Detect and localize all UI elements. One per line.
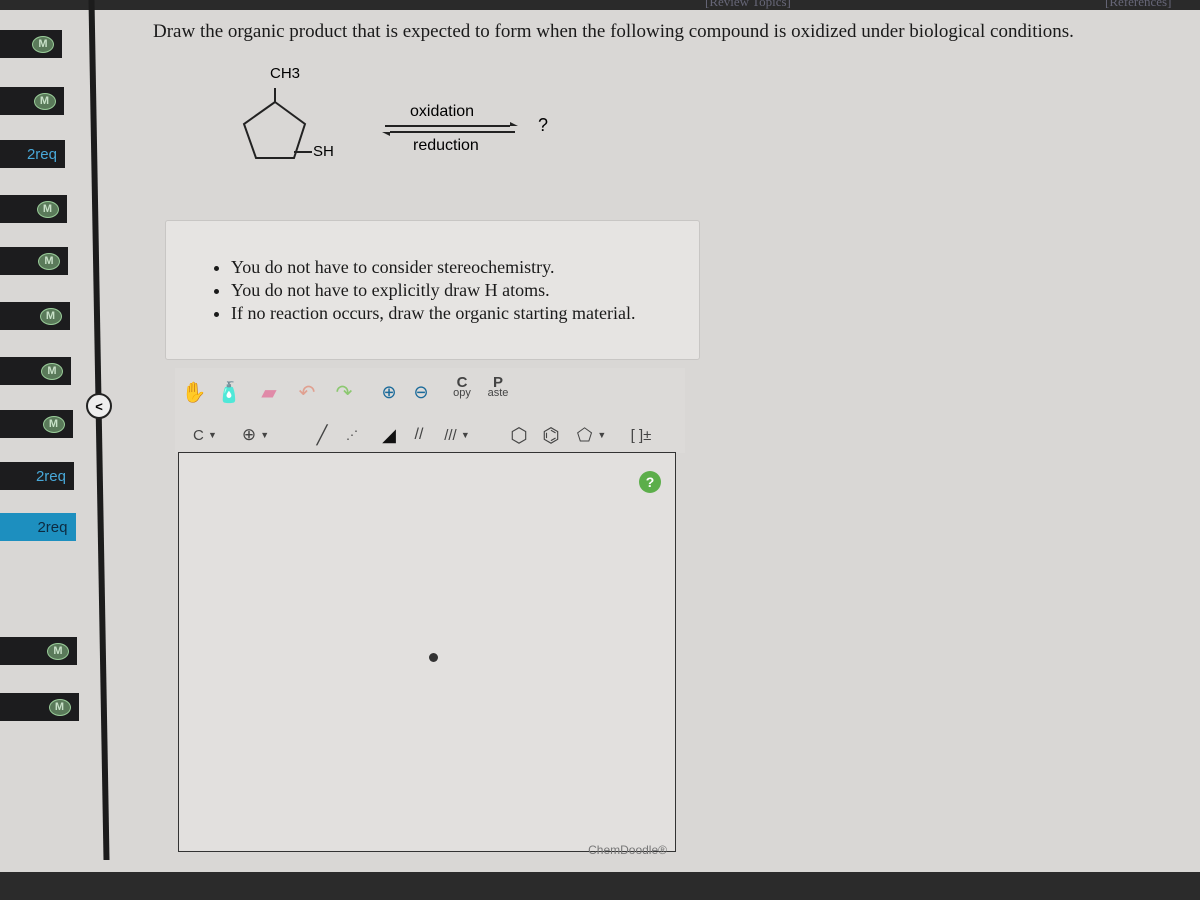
sh-label: SH <box>313 143 334 160</box>
cursor-dot <box>429 653 438 662</box>
cyclohexane-icon[interactable]: ⬡ <box>505 422 533 448</box>
double-bond-icon[interactable]: // <box>405 422 433 448</box>
eraser-icon[interactable]: ▰ <box>255 376 283 408</box>
arrow-label-reduction: reduction <box>413 137 479 154</box>
chemdoodle-toolbar: ✋ 🧴 ▰ ↶ ↷ ⊕ ⊖ Copy Paste C ▼ ⊕ ▼ ╱ ⋰ ◢ /… <box>175 368 685 453</box>
sidebar-item[interactable]: M <box>0 302 70 330</box>
single-bond-icon[interactable]: ╱ <box>308 422 336 448</box>
module-badge-icon: M <box>47 642 69 660</box>
undo-icon[interactable]: ↶ <box>293 376 321 408</box>
module-badge-icon: M <box>41 362 63 380</box>
references-link[interactable]: [References] <box>1105 0 1171 10</box>
help-button[interactable]: ? <box>639 471 661 493</box>
note: You do not have to consider stereochemis… <box>231 257 699 278</box>
arrow-label-oxidation: oxidation <box>410 103 475 120</box>
cyclopentane-icon[interactable]: ⬠ ▼ <box>569 422 614 448</box>
sidebar-item-label: 2req <box>26 145 57 163</box>
module-badge-icon: M <box>33 92 56 110</box>
copy-button[interactable]: Copy <box>447 372 477 404</box>
sidebar-item[interactable]: M <box>0 357 71 385</box>
zoom-in-icon[interactable]: ⊕ <box>375 376 403 408</box>
clear-icon[interactable]: 🧴 <box>215 376 243 408</box>
module-badge-icon: M <box>36 200 59 218</box>
paste-sublabel: aste <box>487 387 509 399</box>
paste-button[interactable]: Paste <box>483 372 513 404</box>
benzene-icon[interactable]: ⌬ <box>537 422 565 448</box>
hand-icon[interactable]: ✋ <box>180 376 208 408</box>
sidebar-item[interactable]: M <box>0 87 64 115</box>
reaction-scheme <box>242 88 518 159</box>
triple-bond-icon[interactable]: /// ▼ <box>437 422 477 448</box>
chemdoodle-logo: ChemDoodle® <box>588 843 667 857</box>
charge-select[interactable]: ⊕ ▼ <box>233 422 278 448</box>
sidebar-item[interactable]: 2req <box>0 140 65 168</box>
sidebar-item[interactable]: M <box>0 30 62 58</box>
cyclopentane-ring <box>242 100 307 159</box>
module-badge-icon: M <box>48 698 71 716</box>
module-badge-icon: M <box>32 35 54 53</box>
charge-plus-icon: ⊕ <box>241 425 257 444</box>
module-badge-icon: M <box>38 252 60 270</box>
bottom-bar <box>0 872 1200 900</box>
sidebar-item[interactable]: M <box>0 693 79 721</box>
thiol-bond <box>275 102 313 152</box>
redo-icon[interactable]: ↷ <box>330 376 358 408</box>
sidebar-item[interactable]: M <box>0 637 77 665</box>
dashed-bond-icon[interactable]: ⋰ <box>338 422 366 448</box>
sidebar-item-label: 2req <box>35 467 66 485</box>
module-badge-icon: M <box>39 307 62 325</box>
review-topics-link[interactable]: [Review Topics] <box>705 0 791 10</box>
wedge-bond-icon[interactable]: ◢ <box>375 422 403 448</box>
note: You do not have to explicitly draw H ato… <box>231 280 699 301</box>
module-badge-icon: M <box>42 415 65 433</box>
drawing-canvas[interactable]: ? ChemDoodle® <box>178 452 676 857</box>
zoom-out-icon[interactable]: ⊖ <box>407 376 435 408</box>
ch3-label: CH3 <box>270 65 301 82</box>
instructions-box: You do not have to consider stereochemis… <box>165 220 700 360</box>
sidebar-item[interactable]: M <box>0 410 73 438</box>
question-prompt: Draw the organic product that is expecte… <box>153 21 1074 42</box>
sidebar-item[interactable]: M <box>0 195 67 223</box>
copy-sublabel: opy <box>453 387 471 399</box>
chevron-down-icon: ▼ <box>260 430 270 440</box>
collapse-sidebar-button[interactable]: < <box>86 393 112 419</box>
element-label: C <box>193 426 204 444</box>
sidebar-item-label: 2req <box>37 518 68 536</box>
sidebar-item[interactable]: 2req <box>0 462 74 490</box>
element-select[interactable]: C ▼ <box>185 422 225 448</box>
sidebar-item[interactable]: M <box>0 247 68 275</box>
sidebar-item[interactable]: 2req <box>0 513 76 541</box>
sidebar-divider[interactable] <box>88 0 110 860</box>
charge-bracket-button[interactable]: [ ]± <box>623 422 659 448</box>
top-bar <box>0 0 1200 10</box>
note: If no reaction occurs, draw the organic … <box>231 303 699 324</box>
chevron-down-icon: ▼ <box>208 430 217 440</box>
product-placeholder: ? <box>538 115 549 135</box>
